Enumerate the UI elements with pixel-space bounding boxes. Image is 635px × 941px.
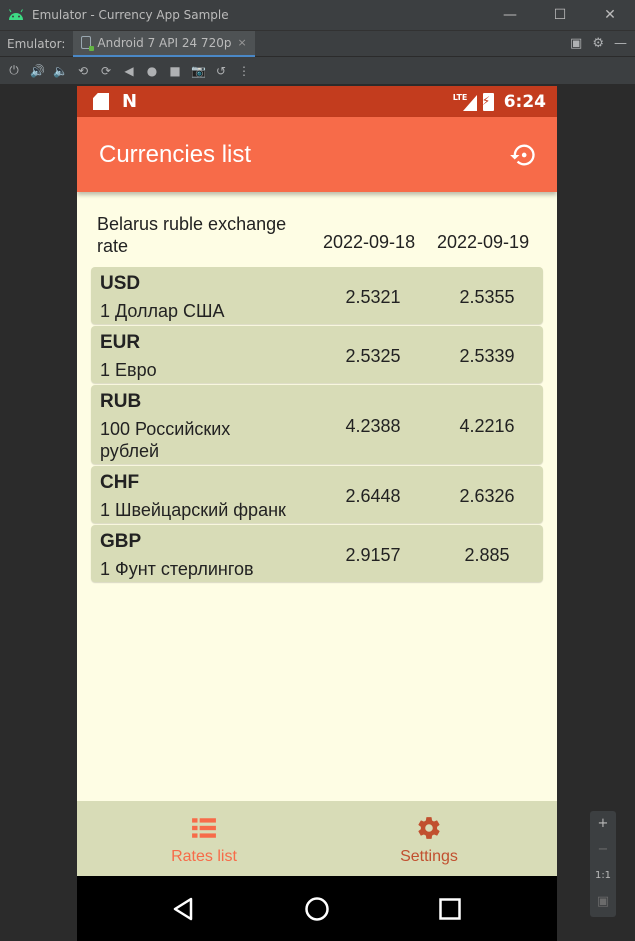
lte-signal-icon: LTE bbox=[453, 93, 477, 111]
back-icon[interactable]: ◀ bbox=[122, 64, 136, 78]
device-screen: N LTE 6:24 Currencies list Belarus ruble… bbox=[77, 86, 557, 941]
currency-name: 1 Швейцарский франк bbox=[100, 500, 286, 520]
device-tab-label: Android 7 API 24 720p bbox=[97, 35, 232, 50]
rate-value-1: 2.5325 bbox=[345, 346, 401, 366]
currency-code: RUB bbox=[100, 391, 142, 412]
nav-settings[interactable]: Settings bbox=[309, 801, 549, 876]
currency-name: 1 Евро bbox=[100, 360, 157, 380]
snapshot-icon[interactable]: ↺ bbox=[214, 64, 228, 78]
emulator-label: Emulator: bbox=[7, 36, 66, 51]
rate-value-1: 2.9157 bbox=[345, 545, 401, 565]
rate-value-1: 2.5321 bbox=[345, 287, 401, 307]
recents-square-icon[interactable] bbox=[437, 896, 463, 922]
rate-value-1: 4.2388 bbox=[345, 416, 401, 436]
page-title: Currencies list bbox=[99, 140, 252, 168]
header-label: Belarus ruble exchange rate bbox=[97, 214, 287, 256]
currency-code: CHF bbox=[100, 472, 140, 493]
zoom-in-button[interactable]: + bbox=[590, 811, 616, 837]
emulator-tabbar: Emulator: Android 7 API 24 720p × ▣ ⚙ — bbox=[0, 30, 635, 57]
zoom-out-button[interactable]: − bbox=[590, 837, 616, 863]
battery-icon bbox=[482, 92, 494, 111]
device-icon bbox=[81, 36, 95, 51]
emulator-toolbar: ⏻ 🔊 🔈 ⟲ ⟳ ◀ ● ■ 📷 ↺ ⋮ bbox=[0, 57, 635, 84]
gear-icon bbox=[418, 817, 440, 839]
back-triangle-icon[interactable] bbox=[171, 896, 197, 922]
window-title: Emulator - Currency App Sample bbox=[32, 8, 229, 22]
nav-label: Settings bbox=[400, 848, 458, 865]
tab-close-icon[interactable]: × bbox=[237, 36, 246, 49]
rate-row-chf[interactable]: CHF 1 Швейцарский франк 2.6448 2.6326 bbox=[91, 466, 543, 523]
date-column-2: 2022-09-19 bbox=[437, 232, 530, 252]
screenshot-icon[interactable]: 📷 bbox=[191, 64, 206, 78]
rate-value-2: 2.5355 bbox=[459, 287, 515, 307]
rate-row-eur[interactable]: EUR 1 Евро 2.5325 2.5339 bbox=[91, 326, 543, 383]
home-circle-icon[interactable] bbox=[304, 896, 330, 922]
volume-up-icon[interactable]: 🔊 bbox=[30, 64, 45, 78]
currency-code: USD bbox=[100, 273, 141, 294]
nav-label: Rates list bbox=[171, 848, 237, 865]
rate-row-usd[interactable]: USD 1 Доллар США 2.5321 2.5355 bbox=[91, 267, 543, 324]
volume-down-icon[interactable]: 🔈 bbox=[53, 64, 68, 78]
minimize-icon: — bbox=[503, 7, 517, 23]
currency-code: EUR bbox=[100, 332, 141, 353]
maximize-button[interactable]: ☐ bbox=[535, 0, 585, 30]
android-logo-icon bbox=[9, 9, 23, 20]
status-time: 6:24 bbox=[503, 91, 546, 112]
settings-gear-icon[interactable]: ⚙ bbox=[592, 36, 604, 51]
device-tab[interactable]: Android 7 API 24 720p × bbox=[73, 30, 255, 57]
close-icon: ✕ bbox=[604, 7, 616, 23]
currency-code: GBP bbox=[100, 531, 142, 552]
home-icon[interactable]: ● bbox=[145, 64, 159, 78]
network-type: LTE bbox=[452, 92, 468, 102]
window-titlebar: Emulator - Currency App Sample — ☐ ✕ bbox=[0, 0, 635, 30]
status-bar: N LTE 6:24 bbox=[77, 86, 557, 117]
rate-value-1: 2.6448 bbox=[345, 486, 401, 506]
history-icon[interactable] bbox=[509, 141, 537, 169]
overview-icon[interactable]: ■ bbox=[168, 64, 182, 78]
rate-value-2: 2.885 bbox=[464, 545, 510, 565]
rotate-left-icon[interactable]: ⟲ bbox=[76, 64, 90, 78]
rate-value-2: 4.2216 bbox=[459, 416, 515, 436]
app-bar: Currencies list bbox=[77, 117, 557, 192]
rate-row-rub[interactable]: RUB 100 Российских рублей 4.2388 4.2216 bbox=[91, 385, 543, 464]
rate-value-2: 2.6326 bbox=[459, 486, 515, 506]
system-navigation-bar bbox=[77, 876, 557, 941]
bottom-navigation: Rates list Settings bbox=[77, 801, 557, 876]
currency-name: 100 Российских рублей bbox=[100, 419, 231, 461]
more-icon[interactable]: ⋮ bbox=[237, 64, 251, 78]
fit-screen-icon[interactable]: ▣ bbox=[590, 889, 616, 915]
close-window-button[interactable]: ✕ bbox=[585, 0, 635, 30]
maximize-icon: ☐ bbox=[553, 7, 567, 23]
zoom-panel: + − 1:1 ▣ bbox=[590, 811, 616, 917]
rates-list: USD 1 Доллар США 2.5321 2.5355 EUR 1 Евр… bbox=[91, 267, 543, 584]
hide-panel-icon[interactable]: — bbox=[614, 36, 627, 51]
notification-n-icon: N bbox=[122, 91, 138, 112]
currency-name: 1 Доллар США bbox=[100, 301, 225, 321]
actual-size-button[interactable]: 1:1 bbox=[590, 863, 616, 889]
layout-icon[interactable]: ▣ bbox=[570, 36, 582, 51]
rate-value-2: 2.5339 bbox=[459, 346, 515, 366]
date-column-1: 2022-09-18 bbox=[323, 232, 416, 252]
nav-rates-list[interactable]: Rates list bbox=[84, 801, 324, 876]
sd-card-icon bbox=[93, 93, 109, 110]
power-icon[interactable]: ⏻ bbox=[7, 63, 21, 78]
list-icon bbox=[192, 818, 216, 838]
minimize-button[interactable]: — bbox=[485, 0, 535, 30]
table-header: Belarus ruble exchange rate 2022-09-18 2… bbox=[77, 192, 557, 266]
rate-row-gbp[interactable]: GBP 1 Фунт стерлингов 2.9157 2.885 bbox=[91, 525, 543, 582]
currency-name: 1 Фунт стерлингов bbox=[100, 559, 254, 579]
rotate-right-icon[interactable]: ⟳ bbox=[99, 64, 113, 78]
